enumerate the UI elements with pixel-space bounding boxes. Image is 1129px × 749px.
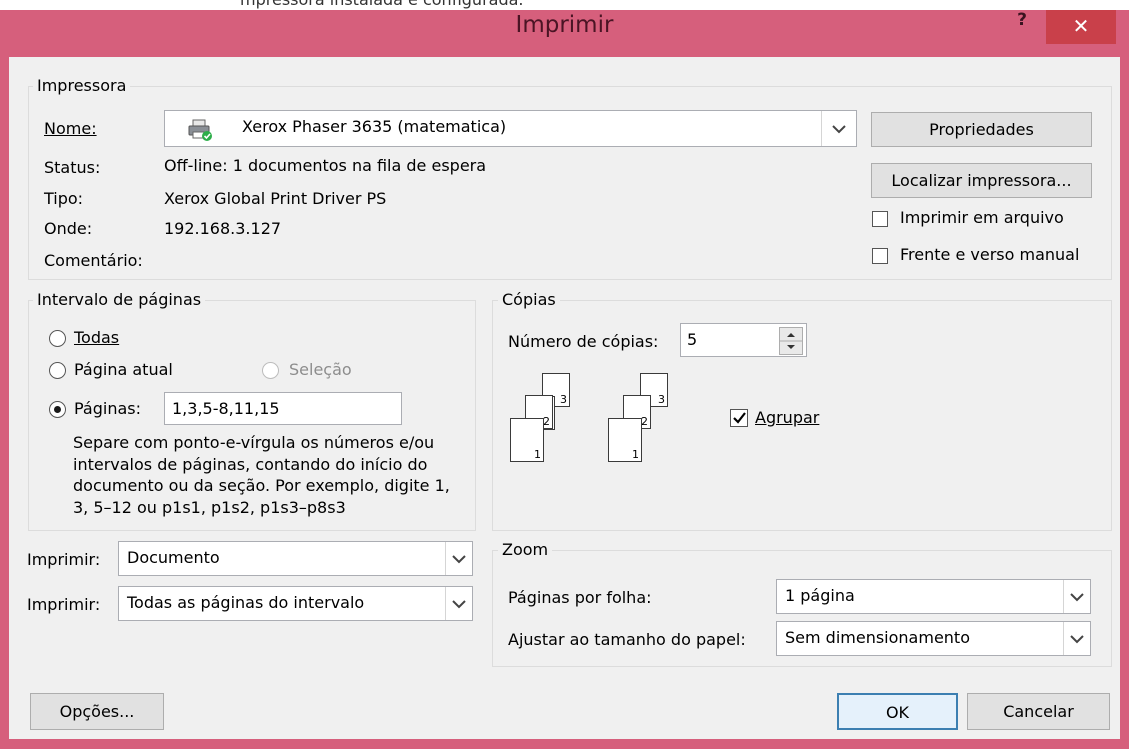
pages-input[interactable]: 1,3,5-8,11,15 — [164, 392, 402, 425]
background-text: mpressora instalada e configurada. — [240, 0, 524, 9]
pages-per-sheet-select[interactable]: 1 página — [776, 579, 1091, 614]
cancel-button[interactable]: Cancelar — [967, 693, 1110, 730]
spinner-buttons[interactable] — [779, 327, 803, 355]
ok-button[interactable]: OK — [837, 693, 958, 730]
printer-name-value: Xerox Phaser 3635 (matematica) — [242, 117, 507, 136]
page-range-group-label: Intervalo de páginas — [33, 290, 206, 309]
radio-current-page[interactable] — [49, 362, 66, 379]
page-range-help-text: Separe com ponto-e-vírgula os números e/… — [73, 433, 450, 517]
manual-duplex-checkbox[interactable] — [872, 248, 888, 264]
radio-all-pages-label[interactable]: Todas — [74, 328, 119, 347]
copies-count-label: Número de cópias: — [508, 332, 659, 351]
help-button[interactable]: ? — [1008, 10, 1036, 36]
copies-count-spinner[interactable]: 5 — [680, 323, 807, 357]
scale-to-paper-dropdown-arrow[interactable] — [1063, 622, 1090, 655]
radio-all-pages[interactable] — [49, 330, 66, 347]
print-to-file-checkbox[interactable] — [872, 211, 888, 227]
printer-where-label: Onde: — [44, 219, 93, 238]
options-button[interactable]: Opções... — [30, 693, 164, 730]
sheet-icon: 1 — [510, 418, 544, 462]
collate-checkbox[interactable] — [730, 409, 748, 427]
printer-type-label: Tipo: — [44, 189, 84, 208]
printer-name-select[interactable]: Xerox Phaser 3635 (matematica) — [164, 110, 857, 147]
print-to-file-label[interactable]: Imprimir em arquivo — [900, 208, 1064, 227]
print-what-label: Imprimir: — [27, 550, 101, 569]
printer-name-label: Nome: — [44, 119, 97, 138]
pages-per-sheet-label: Páginas por folha: — [508, 588, 652, 607]
background-window-strip: mpressora instalada e configurada. — [0, 0, 1129, 10]
printer-type-value: Xerox Global Print Driver PS — [164, 189, 387, 208]
printer-status-label: Status: — [44, 158, 101, 177]
sheet-icon: 1 — [608, 418, 642, 462]
scale-to-paper-label: Ajustar ao tamanho do papel: — [508, 630, 746, 649]
zoom-group-label: Zoom — [498, 540, 553, 559]
radio-pages-dot — [54, 406, 61, 413]
close-button[interactable]: ✕ — [1046, 10, 1116, 44]
printer-comment-label: Comentário: — [44, 251, 143, 270]
print-scope-select[interactable]: Todas as páginas do intervalo — [118, 586, 473, 621]
print-scope-dropdown-arrow[interactable] — [445, 587, 472, 620]
radio-pages[interactable] — [49, 401, 66, 418]
radio-pages-label[interactable]: Páginas: — [74, 399, 141, 418]
pages-input-value: 1,3,5-8,11,15 — [172, 399, 280, 418]
copies-count-value: 5 — [687, 330, 698, 349]
scale-to-paper-select[interactable]: Sem dimensionamento — [776, 621, 1091, 656]
printer-dropdown-arrow[interactable] — [821, 111, 856, 146]
pages-per-sheet-value: 1 página — [785, 586, 855, 605]
printer-icon — [187, 118, 213, 146]
manual-duplex-label[interactable]: Frente e verso manual — [900, 245, 1079, 264]
printer-status-value: Off-line: 1 documentos na fila de espera — [164, 156, 487, 175]
dialog-title: Imprimir — [515, 12, 614, 38]
radio-current-page-label[interactable]: Página atual — [74, 360, 173, 379]
radio-selection-label: Seleção — [289, 360, 352, 379]
printer-where-value: 192.168.3.127 — [164, 219, 282, 238]
scale-to-paper-value: Sem dimensionamento — [785, 628, 970, 647]
radio-selection — [262, 362, 279, 379]
copies-group-label: Cópias — [498, 290, 560, 309]
print-scope-value: Todas as páginas do intervalo — [127, 593, 365, 612]
find-printer-button[interactable]: Localizar impressora... — [871, 163, 1092, 198]
print-what-dropdown-arrow[interactable] — [445, 542, 472, 575]
collate-label[interactable]: Agrupar — [755, 408, 819, 427]
pages-per-sheet-dropdown-arrow[interactable] — [1063, 580, 1090, 613]
print-what-select[interactable]: Documento — [118, 541, 473, 576]
print-what-value: Documento — [127, 548, 220, 567]
printer-group-label: Impressora — [33, 76, 131, 95]
print-scope-label: Imprimir: — [27, 595, 101, 614]
properties-button[interactable]: Propriedades — [871, 112, 1092, 147]
